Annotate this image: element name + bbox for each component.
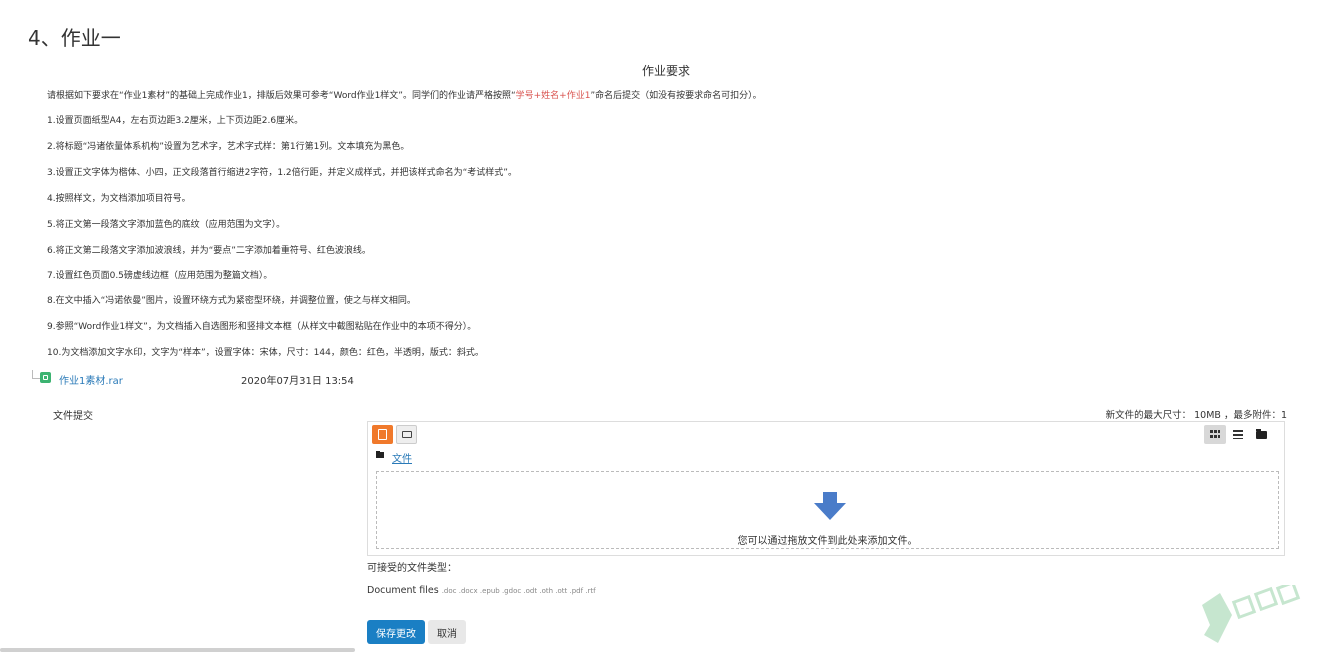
tree-view-button[interactable] <box>1250 425 1272 444</box>
requirement-item: 2.将标题“冯诸依量体系机构”设置为艺术字，艺术字式样：第1行第1列。文本填充为… <box>47 142 410 152</box>
download-arrow-icon <box>814 492 846 520</box>
requirement-item: 9.参照“Word作业1样文”，为文档插入自选图形和竖排文本框（从样文中截图粘贴… <box>47 322 477 332</box>
attachment-link[interactable]: 作业1素材.rar <box>59 372 123 387</box>
tree-view-icon <box>1256 429 1267 439</box>
create-folder-button[interactable] <box>396 425 417 444</box>
watermark-logo <box>1202 585 1301 643</box>
horizontal-scrollbar[interactable] <box>0 648 355 652</box>
page-title: 4、作业一 <box>28 26 121 50</box>
list-view-icon <box>1233 430 1243 439</box>
doc-files-extensions: .doc .docx .epub .gdoc .odt .oth .ott .p… <box>441 587 596 595</box>
requirements-intro: 请根据如下要求在“作业1素材”的基础上完成作业1，排版后效果可参考“Word作业… <box>47 90 762 102</box>
cancel-button[interactable]: 取消 <box>428 620 466 644</box>
requirement-item: 6.将正文第二段落文字添加波浪线，并为“要点”二字添加着重符号、红色波浪线。 <box>47 246 371 256</box>
file-manager-toolbar <box>368 422 1284 446</box>
file-manager: 文件 您可以通过拖放文件到此处来添加文件。 <box>367 421 1285 556</box>
requirement-item: 5.将正文第一段落文字添加蓝色的底纹（应用范围为文字）。 <box>47 220 286 230</box>
max-size-info: 新文件的最大尺寸： 10MB ，最多附件：1 <box>1105 410 1287 421</box>
requirement-item: 3.设置正文字体为楷体、小四，正文段落首行缩进2字符，1.2倍行距，并定义成样式… <box>47 168 517 178</box>
attachment-date: 2020年07月31日 13:54 <box>241 376 354 387</box>
list-view-button[interactable] <box>1227 425 1249 444</box>
save-changes-button[interactable]: 保存更改 <box>367 620 425 644</box>
breadcrumb-files-link[interactable]: 文件 <box>392 450 412 465</box>
archive-file-icon <box>40 372 51 383</box>
grid-view-button[interactable] <box>1204 425 1226 444</box>
requirements-heading: 作业要求 <box>641 64 690 78</box>
requirement-item: 10.为文档添加文字水印，文字为“样本”，设置字体：宋体，尺寸：144，颜色：红… <box>47 348 484 358</box>
grid-view-icon <box>1210 430 1220 439</box>
intro-text-end: ”命名后提交（如没有按要求命名可扣分）。 <box>590 91 762 101</box>
intro-text: 请根据如下要求在“作业1素材”的基础上完成作业1，排版后效果可参考“Word作业… <box>47 91 516 101</box>
view-switcher <box>1204 425 1274 444</box>
file-drop-zone[interactable]: 您可以通过拖放文件到此处来添加文件。 <box>376 471 1279 549</box>
requirement-item: 4.按照样文，为文档添加项目符号。 <box>47 194 191 204</box>
folder-icon <box>376 450 384 458</box>
accepted-types-label: 可接受的文件类型： <box>367 563 457 574</box>
add-file-button[interactable] <box>372 425 393 444</box>
requirement-item: 8.在文中插入“冯诺依曼”图片，设置环绕方式为紧密型环绕，并调整位置，使之与样文… <box>47 296 416 306</box>
accepted-types-list: Document files .doc .docx .epub .gdoc .o… <box>367 585 596 596</box>
file-submission-label: 文件提交 <box>53 411 93 422</box>
drop-hint: 您可以通过拖放文件到此处来添加文件。 <box>737 536 918 547</box>
requirement-item: 7.设置红色页面0.5磅虚线边框（应用范围为整篇文档）。 <box>47 271 273 281</box>
doc-files-label: Document files <box>367 585 439 596</box>
naming-rule-highlight: 学号+姓名+作业1 <box>515 91 591 101</box>
requirement-item: 1.设置页面纸型A4，左右页边距3.2厘米，上下页边距2.6厘米。 <box>47 116 304 126</box>
